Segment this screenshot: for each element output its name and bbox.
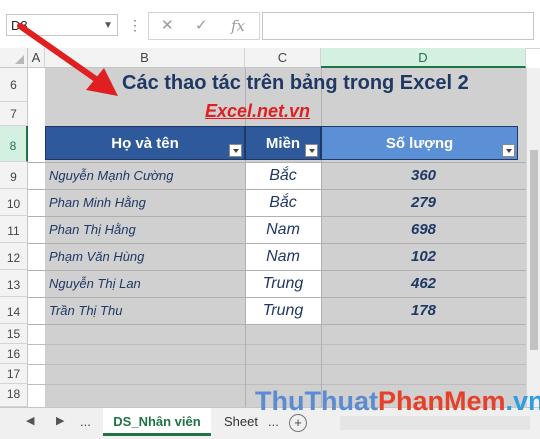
cell-qty-6[interactable]: 178: [321, 297, 526, 324]
tab-next-icon[interactable]: ▶: [56, 414, 64, 427]
horizontal-scrollbar[interactable]: [340, 416, 530, 430]
scroll-thumb[interactable]: [530, 150, 538, 350]
row-header-15[interactable]: 15: [0, 324, 28, 344]
row-header-18[interactable]: 18: [0, 384, 28, 407]
tab-ds-nhan-vien[interactable]: DS_Nhân viên: [103, 408, 211, 436]
table-border: [28, 324, 526, 325]
gridline: [28, 384, 526, 385]
row-header-16[interactable]: 16: [0, 344, 28, 364]
row-header-13[interactable]: 13: [0, 270, 28, 297]
header-name-label: Họ và tên: [111, 135, 179, 152]
column-header-c[interactable]: C: [245, 48, 321, 68]
row-header-12[interactable]: 12: [0, 243, 28, 270]
table-border: [28, 189, 526, 190]
row-header-14[interactable]: 14: [0, 297, 28, 324]
watermark-part: Mem: [444, 386, 506, 416]
filter-dropdown-icon[interactable]: [305, 144, 318, 157]
column-a-cells[interactable]: [28, 68, 46, 407]
column-header-d[interactable]: D: [321, 48, 526, 68]
red-arrow-annotation: [17, 23, 118, 96]
cell-qty-2[interactable]: 279: [321, 189, 526, 216]
formula-buttons: ✕ ✓ fx: [148, 12, 260, 40]
cell-region-2[interactable]: Bắc: [245, 189, 321, 216]
table-border: [321, 68, 322, 407]
cell-region-1[interactable]: Bắc: [245, 162, 321, 189]
header-region-label: Miền: [265, 135, 301, 152]
watermark-part: Thuat: [304, 386, 378, 416]
cell-region-3[interactable]: Nam: [245, 216, 321, 243]
cell-region-5[interactable]: Trung: [245, 270, 321, 297]
cell-region-4[interactable]: Nam: [245, 243, 321, 270]
gridline: [28, 364, 526, 365]
table-border: [28, 270, 526, 271]
header-cell-name[interactable]: Họ và tên: [45, 126, 245, 160]
more-vert-icon: ⋮: [128, 17, 142, 33]
filter-dropdown-icon[interactable]: [229, 144, 242, 157]
filter-dropdown-icon[interactable]: [502, 144, 515, 157]
table-border: [28, 243, 526, 244]
tab-more[interactable]: ...: [80, 414, 91, 429]
cell-name-4[interactable]: Phạm Văn Hùng: [45, 243, 245, 270]
cell-qty-4[interactable]: 102: [321, 243, 526, 270]
site-link[interactable]: Excel.net.vn: [205, 101, 310, 122]
cell-region-6[interactable]: Trung: [245, 297, 321, 324]
watermark-logo: ThuThuatPhanMem.vn: [255, 386, 540, 417]
row-header-9[interactable]: 9: [0, 162, 28, 189]
watermark-part: Phan: [377, 386, 444, 416]
row-header-11[interactable]: 11: [0, 216, 28, 243]
gridline: [28, 344, 526, 345]
watermark-part: Thu: [255, 386, 305, 416]
sheet-title[interactable]: Các thao tác trên bảng trong Excel 2: [122, 72, 469, 95]
cell-name-5[interactable]: Nguyễn Thị Lan: [45, 270, 245, 297]
header-cell-region[interactable]: Miền: [245, 126, 321, 160]
cell-name-6[interactable]: Trần Thị Thu: [45, 297, 245, 324]
row-header-10[interactable]: 10: [0, 189, 28, 216]
cell-name-3[interactable]: Phan Thị Hằng: [45, 216, 245, 243]
header-cell-quantity[interactable]: Số lượng: [321, 126, 518, 160]
table-border: [28, 297, 526, 298]
row-header-7[interactable]: 7: [0, 102, 28, 126]
cell-qty-1[interactable]: 360: [321, 162, 526, 189]
formula-input[interactable]: [262, 12, 534, 40]
watermark-part: .vn: [505, 386, 540, 416]
cell-qty-3[interactable]: 698: [321, 216, 526, 243]
table-border: [28, 162, 526, 163]
enter-icon[interactable]: ✓: [195, 15, 208, 37]
cell-name-1[interactable]: Nguyễn Mạnh Cường: [45, 162, 245, 189]
insert-function-icon[interactable]: fx: [231, 15, 245, 37]
cell-name-2[interactable]: Phan Minh Hằng: [45, 189, 245, 216]
vertical-scrollbar[interactable]: [526, 68, 540, 407]
row-header-17[interactable]: 17: [0, 364, 28, 384]
cell-qty-5[interactable]: 462: [321, 270, 526, 297]
tab-prev-icon[interactable]: ◀: [26, 414, 34, 427]
header-quantity-label: Số lượng: [385, 135, 454, 152]
cancel-icon[interactable]: ✕: [161, 15, 174, 37]
row-header-8[interactable]: 8: [0, 126, 28, 162]
table-border: [28, 216, 526, 217]
